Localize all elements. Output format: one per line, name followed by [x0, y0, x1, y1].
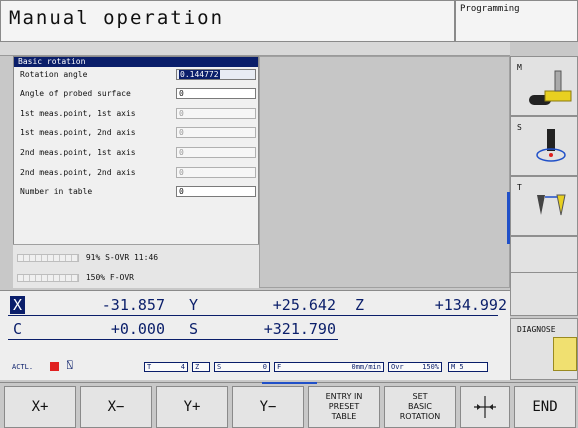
- end-softkey[interactable]: END: [514, 386, 576, 428]
- axis-s-letter: S: [188, 320, 199, 338]
- axis-z-letter: Z: [354, 296, 365, 314]
- spindle-override: 91% S-OVR 11:46: [17, 253, 158, 265]
- diagnose-label: DIAGNOSE: [517, 325, 556, 334]
- p1-axis2-field: 0: [176, 127, 256, 138]
- y-plus-softkey[interactable]: Y+: [156, 386, 228, 428]
- axis-z: Z +134.992: [352, 296, 507, 314]
- feed-override-text: 150% F-OVR: [85, 273, 134, 282]
- angle-probed-label: Angle of probed surface: [20, 89, 131, 98]
- scroll-indicator: [507, 192, 510, 244]
- axis-z-value: +134.992: [434, 296, 507, 314]
- z-box: Z: [192, 362, 210, 372]
- axis-c: C +0.000: [10, 320, 165, 338]
- p2-axis1-field: 0: [176, 147, 256, 158]
- crosshair-icon: [474, 396, 496, 418]
- crosshair-softkey[interactable]: [460, 386, 510, 428]
- axis-x-value: -31.857: [101, 296, 165, 314]
- set-basic-rotation-softkey[interactable]: SET BASIC ROTATION: [384, 386, 456, 428]
- row-p1-axis2: 1st meas.point, 2nd axis 0: [14, 127, 258, 141]
- tool-icon: [537, 194, 566, 216]
- p1-axis1-label: 1st meas.point, 1st axis: [20, 109, 136, 118]
- axis-c-letter: C: [12, 320, 23, 338]
- right-softkey-panel: M S T DIAGNOSE: [510, 42, 578, 382]
- axis-c-value: +0.000: [110, 320, 165, 338]
- axis-y: Y +25.642: [186, 296, 336, 314]
- m-function-icon: [529, 70, 572, 105]
- axis-y-letter: Y: [188, 296, 199, 314]
- s-label: S: [517, 123, 522, 132]
- ovr-value: 150%: [422, 363, 439, 371]
- status-line: ACTL. ⍂ T4 Z S0 F 0mm/min Ovr 150% M 5: [12, 361, 502, 374]
- row-number-in-table: Number in table 0: [14, 186, 258, 200]
- axis-s-value: +321.790: [263, 320, 336, 338]
- diagnose-icon: [553, 337, 577, 371]
- m-function-softkey[interactable]: M: [510, 56, 578, 116]
- y-minus-softkey[interactable]: Y−: [232, 386, 304, 428]
- graphic-area: [259, 56, 510, 288]
- p1-axis1-field: 0: [176, 108, 256, 119]
- number-in-table-label: Number in table: [20, 187, 93, 196]
- feed-override: 150% F-OVR: [17, 273, 134, 285]
- number-in-table-field[interactable]: 0: [176, 186, 256, 197]
- feed-box: F 0mm/min: [274, 362, 384, 372]
- row-p2-axis2: 2nd meas.point, 2nd axis 0: [14, 167, 258, 181]
- separator-bar: [0, 42, 510, 56]
- m-box: M 5: [448, 362, 488, 372]
- spindle-value: 0: [262, 363, 267, 371]
- tool-softkey[interactable]: T: [510, 176, 578, 236]
- feed-override-bar: [17, 273, 79, 282]
- row-rotation-angle: Rotation angle 0.144772: [14, 69, 258, 83]
- spindle-override-text: 91% S-OVR 11:46: [85, 253, 159, 262]
- ovr-label: Ovr: [391, 363, 404, 371]
- page-title: Manual operation: [9, 7, 225, 29]
- rotation-angle-value: 0.144772: [179, 70, 220, 79]
- p1-axis2-label: 1st meas.point, 2nd axis: [20, 128, 136, 137]
- axis-x-letter: X: [10, 296, 25, 314]
- tool-box: T4: [144, 362, 188, 372]
- axis-underline: [8, 339, 338, 340]
- empty-softkey-2[interactable]: [510, 272, 578, 316]
- title-bar: Manual operation: [0, 0, 455, 42]
- axis-s: S +321.790: [186, 320, 336, 338]
- row-angle-probed: Angle of probed surface 0: [14, 88, 258, 102]
- mode-box: Programming: [455, 0, 578, 42]
- rotation-angle-field[interactable]: 0.144772: [176, 69, 256, 80]
- probe-icon: ⍂: [67, 361, 73, 371]
- p2-axis1-label: 2nd meas.point, 1st axis: [20, 148, 136, 157]
- axis-underline: [8, 315, 498, 316]
- feed-label: F: [277, 363, 282, 371]
- axis-x: X -31.857: [10, 296, 165, 314]
- p2-axis2-label: 2nd meas.point, 2nd axis: [20, 168, 136, 177]
- rotation-angle-label: Rotation angle: [20, 70, 88, 79]
- x-minus-softkey[interactable]: X−: [80, 386, 152, 428]
- dialog-title: Basic rotation: [14, 57, 258, 67]
- ovr-box: Ovr 150%: [388, 362, 442, 372]
- row-p2-axis1: 2nd meas.point, 1st axis 0: [14, 147, 258, 161]
- m-label: M: [517, 63, 522, 72]
- active-tab-indicator: [262, 382, 317, 384]
- spindle-softkey[interactable]: S: [510, 116, 578, 176]
- spindle-icon: [536, 129, 566, 162]
- spindle-label: S: [217, 363, 222, 371]
- entry-preset-softkey[interactable]: ENTRY IN PRESET TABLE: [308, 386, 380, 428]
- mode-label: Programming: [460, 4, 520, 14]
- tool-number: 4: [180, 363, 185, 371]
- p2-axis2-field: 0: [176, 167, 256, 178]
- row-p1-axis1: 1st meas.point, 1st axis 0: [14, 108, 258, 122]
- diagnose-softkey[interactable]: DIAGNOSE: [510, 318, 578, 380]
- actual-mode-label: ACTL.: [12, 363, 34, 371]
- override-panel: 91% S-OVR 11:46 150% F-OVR: [13, 244, 259, 288]
- x-plus-softkey[interactable]: X+: [4, 386, 76, 428]
- spindle-override-bar: [17, 253, 79, 262]
- feed-value: 0mm/min: [351, 363, 381, 371]
- spindle-box: S0: [214, 362, 270, 372]
- t-label: T: [517, 183, 522, 192]
- warning-icon: [50, 362, 59, 371]
- tool-label: T: [147, 363, 152, 371]
- angle-probed-field[interactable]: 0: [176, 88, 256, 99]
- axis-y-value: +25.642: [272, 296, 336, 314]
